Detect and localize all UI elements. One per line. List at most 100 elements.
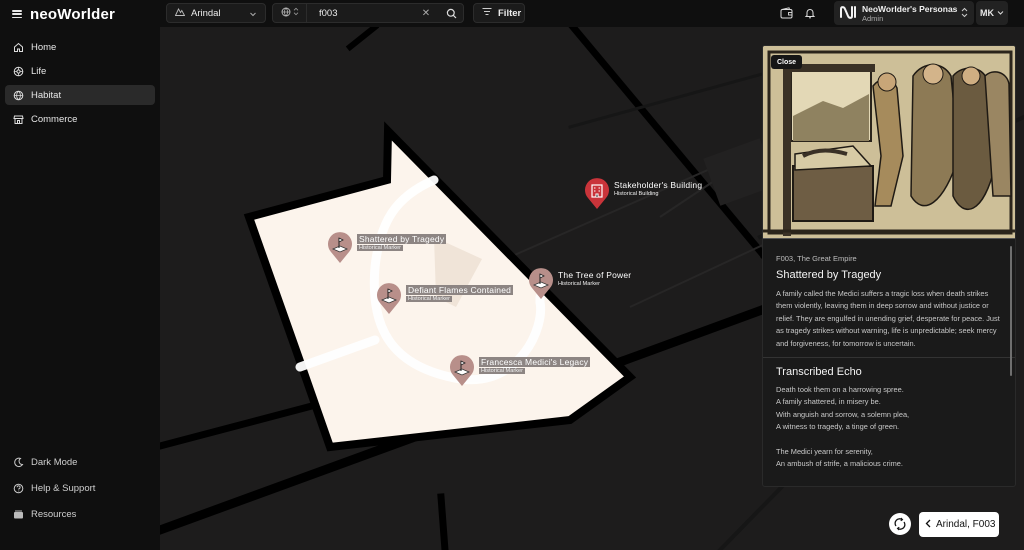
sidebar-item-label: Home [31, 41, 57, 53]
wallet-button[interactable] [776, 3, 796, 23]
store-icon [13, 114, 24, 125]
mountain-icon [174, 7, 186, 19]
dark-mode-toggle[interactable]: Dark Mode [5, 452, 155, 472]
map-marker-shattered-by-tragedy[interactable]: Shattered by Tragedy Historical Marker [327, 232, 447, 263]
flag-icon [449, 355, 475, 386]
marker-type: Historical Marker [479, 368, 525, 374]
rotate-icon [894, 517, 906, 531]
marker-label: Defiant Flames Contained Historical Mark… [406, 285, 514, 302]
persona-logo-icon [840, 5, 856, 22]
location-select[interactable]: Arindal [166, 3, 266, 23]
help-icon [13, 483, 24, 494]
clear-search-icon[interactable]: ✕ [419, 8, 433, 19]
notifications-button[interactable] [800, 3, 820, 23]
poem-line [776, 434, 1004, 446]
sidebar-item-label: Habitat [31, 89, 62, 101]
poem-line: An ambush of strife, a malicious crime. [776, 459, 903, 469]
poem-line: Death took them on a harrowing spree. [776, 385, 904, 395]
habitat-icon [13, 90, 24, 101]
marker-label: Francesca Medici's Legacy Historical Mar… [479, 357, 591, 374]
panel-content: F003, The Great Empire Shattered by Trag… [763, 254, 1015, 470]
sidebar-item-commerce[interactable]: Commerce [5, 109, 155, 129]
panel-title: Shattered by Tragedy [776, 269, 882, 281]
sidebar: neoWorlder Home Life Habitat Commerce Da… [0, 0, 160, 550]
map-marker-defiant-flames-contained[interactable]: Defiant Flames Contained Historical Mark… [376, 283, 514, 314]
marker-type: Historical Marker [406, 296, 452, 302]
wallet-icon [780, 7, 792, 19]
resources-icon [13, 509, 24, 520]
menu-icon[interactable] [12, 10, 22, 18]
persona-role: Admin [862, 13, 884, 23]
poem-line: A witness to tragedy, a tinge of green. [776, 422, 900, 432]
user-initials: MK [980, 8, 994, 18]
home-icon [13, 42, 24, 53]
location-value: Arindal [191, 7, 221, 19]
marker-label: Stakeholder's Building Historical Buildi… [614, 180, 702, 197]
persona-info: NeoWorlder's Personas Admin [862, 4, 957, 23]
artwork-image: Close [763, 46, 1015, 239]
search-input[interactable]: f003 [319, 8, 419, 19]
filter-icon [482, 7, 492, 19]
help-support-label: Help & Support [31, 482, 96, 494]
marker-name: Stakeholder's Building [614, 180, 703, 190]
search-bar: f003 ✕ [272, 3, 464, 23]
sidebar-item-home[interactable]: Home [5, 37, 155, 57]
flag-icon [528, 268, 554, 299]
persona-switcher[interactable]: NeoWorlder's Personas Admin [834, 1, 974, 25]
moon-icon [13, 457, 24, 468]
back-to-location-button[interactable]: Arindal, F003 [919, 512, 999, 537]
chevron-updown-icon [961, 7, 968, 21]
rotate-map-button[interactable] [889, 513, 911, 535]
panel-scrollbar[interactable] [1010, 246, 1012, 376]
map-marker-tree-of-power[interactable]: The Tree of Power Historical Marker [528, 268, 631, 299]
location-detail-panel: Close F003, The Great Empire Shattered b… [762, 45, 1016, 487]
search-icon [446, 8, 456, 18]
dark-mode-label: Dark Mode [31, 456, 78, 468]
poem-line: The Medici yearn for serenity, [776, 446, 873, 456]
sidebar-item-habitat[interactable]: Habitat [5, 85, 155, 105]
filter-button[interactable]: Filter [473, 3, 525, 23]
marker-type: Historical Marker [558, 281, 600, 287]
back-label: Arindal, F003 [936, 519, 996, 530]
logo[interactable]: neoWorlder [30, 6, 115, 23]
search-scope-select[interactable] [273, 4, 307, 22]
help-support-link[interactable]: Help & Support [5, 478, 155, 498]
close-button[interactable]: Close [771, 55, 803, 69]
top-bar: Arindal f003 ✕ Filter NeoWorlder's Perso… [160, 0, 1024, 27]
chevron-down-icon [997, 8, 1004, 18]
marker-label: Shattered by Tragedy Historical Marker [357, 234, 447, 251]
sidebar-item-life[interactable]: Life [5, 61, 155, 81]
map-marker-francesca-medicis-legacy[interactable]: Francesca Medici's Legacy Historical Mar… [449, 355, 591, 386]
map-marker-stakeholders-building[interactable]: Stakeholder's Building Historical Buildi… [584, 178, 702, 209]
poem-line: With anguish and sorrow, a solemn plea, [776, 409, 910, 419]
sidebar-bottom: Dark Mode Help & Support Resources [5, 452, 155, 530]
panel-description: A family called the Medici suffers a tra… [776, 289, 1000, 348]
globe-icon [281, 7, 291, 20]
life-icon [13, 66, 24, 77]
panel-kicker: F003, The Great Empire [776, 254, 857, 263]
bell-icon [804, 9, 816, 19]
marker-name: The Tree of Power [558, 270, 632, 280]
section-title: Transcribed Echo [776, 366, 862, 379]
flag-icon [376, 283, 402, 314]
poem: Death took them on a harrowing spree. A … [776, 384, 1004, 470]
search-button[interactable] [439, 4, 463, 22]
resources-label: Resources [31, 508, 77, 520]
divider [763, 357, 1015, 359]
filter-label: Filter [498, 7, 522, 19]
flag-icon [327, 232, 353, 263]
marker-type: Historical Marker [357, 245, 403, 251]
marker-name: Francesca Medici's Legacy [479, 357, 591, 367]
marker-name: Shattered by Tragedy [357, 234, 447, 244]
chevron-down-icon [249, 10, 257, 21]
user-menu-button[interactable]: MK [976, 1, 1008, 25]
marker-name: Defiant Flames Contained [406, 285, 514, 295]
brand: neoWorlder [12, 6, 115, 23]
building-icon [584, 178, 610, 209]
sidebar-item-label: Life [31, 65, 47, 77]
marker-label: The Tree of Power Historical Marker [558, 270, 631, 287]
marker-type: Historical Building [614, 191, 659, 197]
chevron-left-icon [925, 519, 931, 531]
sidebar-nav: Home Life Habitat Commerce [5, 37, 155, 133]
resources-link[interactable]: Resources [5, 504, 155, 524]
